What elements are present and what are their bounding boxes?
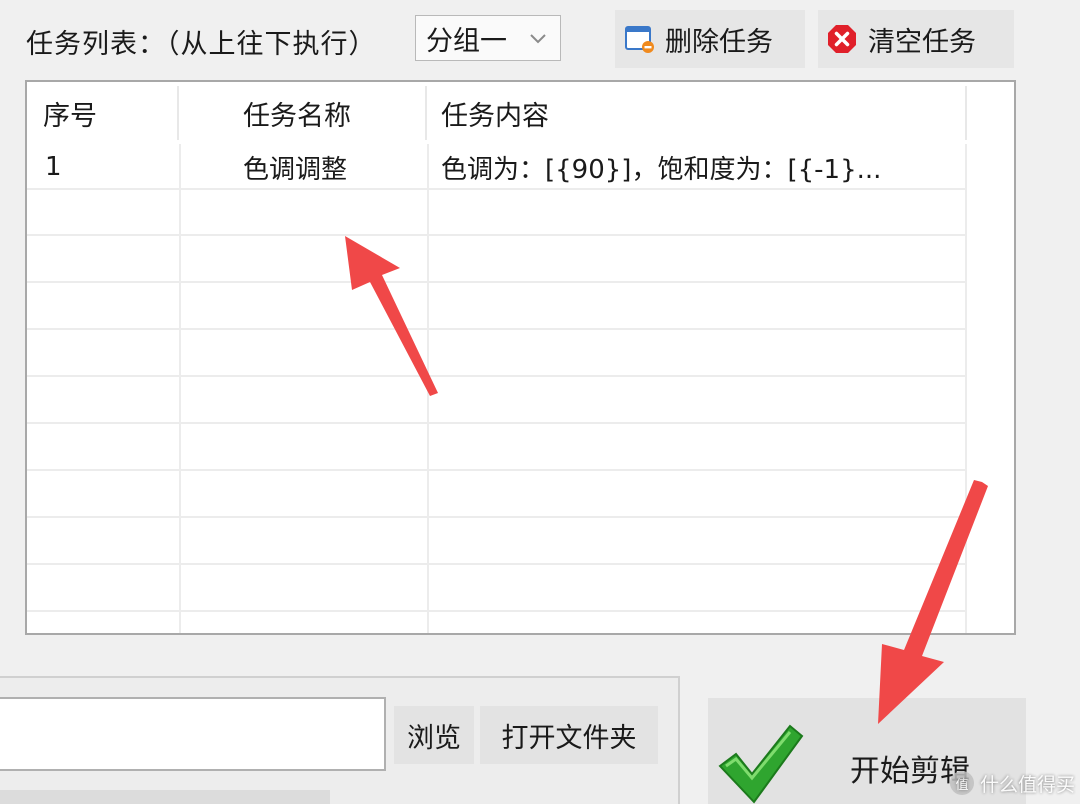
table-row[interactable] — [27, 237, 967, 283]
delete-task-button[interactable]: 删除任务 — [615, 10, 805, 68]
watermark: 值 什么值得买 — [950, 768, 1080, 798]
chevron-down-icon — [530, 34, 546, 44]
column-divider[interactable] — [177, 86, 179, 140]
column-divider[interactable] — [425, 86, 427, 140]
table-row[interactable] — [27, 284, 967, 330]
clear-tasks-button[interactable]: 清空任务 — [818, 10, 1014, 68]
panel-edge — [0, 790, 330, 804]
row-index: 1 — [45, 152, 62, 182]
clear-x-icon — [828, 25, 856, 53]
delete-task-label: 删除任务 — [665, 26, 773, 58]
table-row[interactable] — [27, 519, 967, 565]
delete-window-icon — [625, 26, 654, 53]
watermark-logo-icon: 值 — [950, 771, 974, 795]
table-row[interactable] — [27, 331, 967, 377]
clear-tasks-label: 清空任务 — [868, 26, 976, 58]
table-row[interactable] — [27, 425, 967, 471]
browse-button[interactable]: 浏览 — [394, 706, 474, 764]
column-header-content[interactable]: 任务内容 — [441, 82, 941, 144]
table-header: 序号 任务名称 任务内容 — [27, 82, 1014, 144]
column-header-name[interactable]: 任务名称 — [243, 82, 423, 144]
table-row[interactable] — [27, 566, 967, 612]
task-table[interactable]: 序号 任务名称 任务内容 1 色调调整 色调为：[{90}]，饱和度为：[{-1… — [25, 80, 1016, 635]
group-select[interactable]: 分组一 — [415, 15, 561, 61]
table-row[interactable] — [27, 472, 967, 518]
task-list-label: 任务列表：（从上往下执行） — [26, 29, 377, 60]
table-row[interactable] — [27, 378, 967, 424]
group-select-value: 分组一 — [426, 25, 507, 57]
table-row[interactable] — [27, 190, 967, 236]
row-task-name: 色调调整 — [243, 154, 348, 185]
checkmark-icon — [718, 724, 804, 804]
column-header-index[interactable]: 序号 — [43, 82, 183, 144]
open-folder-button[interactable]: 打开文件夹 — [480, 706, 658, 764]
row-task-content: 色调为：[{90}]，饱和度为：[{-1}... — [441, 154, 882, 185]
column-divider[interactable] — [965, 86, 967, 140]
table-row[interactable]: 1 色调调整 色调为：[{90}]，饱和度为：[{-1}... — [27, 144, 967, 190]
output-path-input[interactable] — [0, 697, 386, 771]
watermark-text: 什么值得买 — [980, 773, 1076, 796]
